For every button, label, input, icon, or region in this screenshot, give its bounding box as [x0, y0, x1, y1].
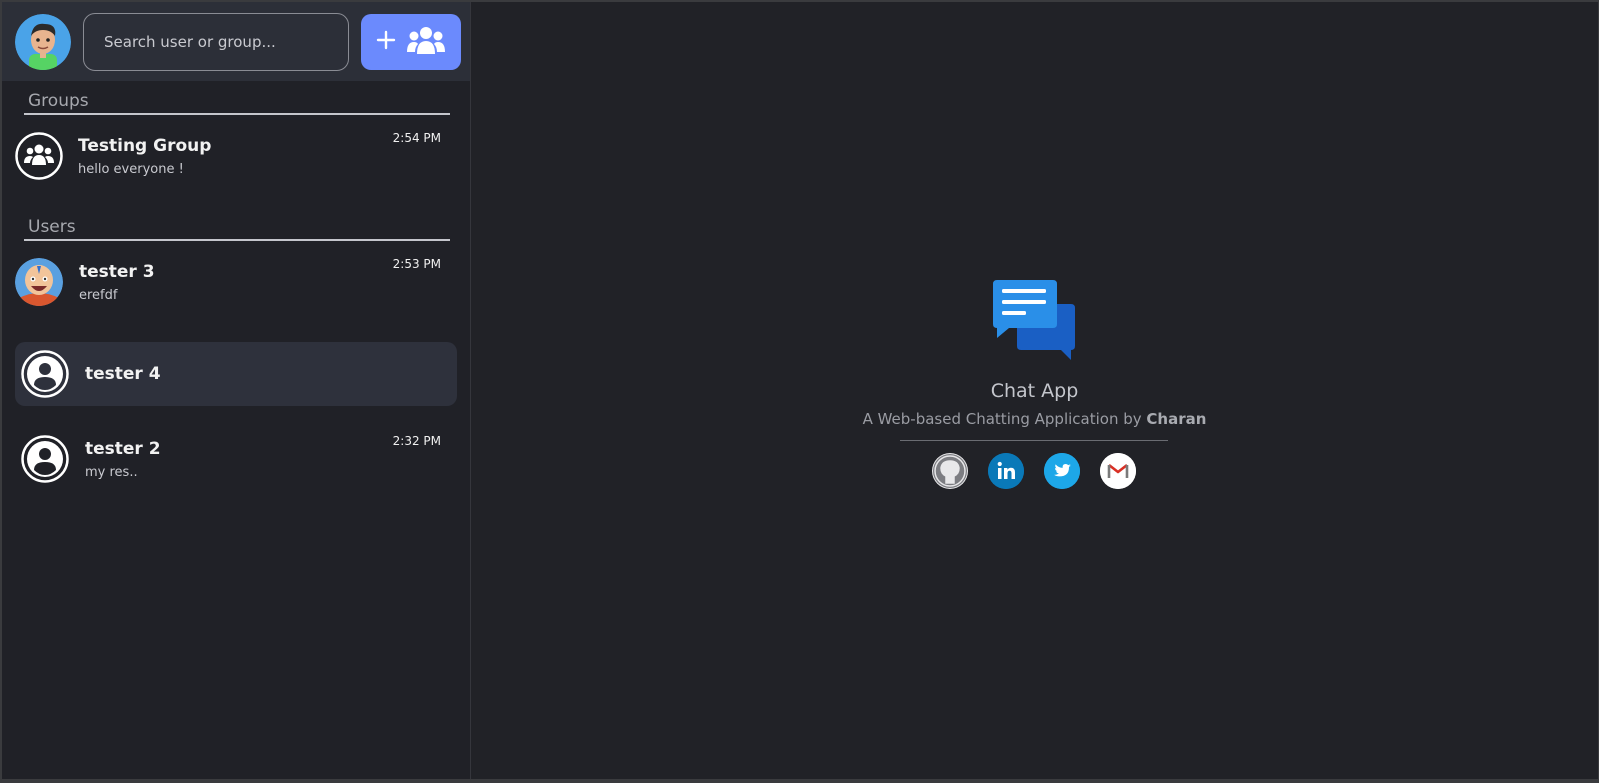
- search-box: [83, 12, 349, 71]
- user-item-tester-2[interactable]: tester 2 my res.. 2:32 PM: [15, 420, 457, 498]
- users-section-title: Users: [24, 213, 450, 241]
- groups-section-title: Groups: [24, 87, 450, 115]
- group-name: Testing Group: [78, 135, 212, 156]
- user-avatar: [15, 258, 63, 306]
- user-name: tester 2: [85, 438, 161, 459]
- user-item-meta: tester 3 erefdf: [79, 262, 155, 303]
- sidebar: Groups Testing Group hello everyone ! 2:…: [2, 2, 471, 779]
- user-time: 2:32 PM: [392, 434, 441, 448]
- group-item-meta: Testing Group hello everyone !: [78, 136, 211, 177]
- linkedin-icon[interactable]: [988, 453, 1025, 489]
- twitter-icon[interactable]: [1044, 453, 1081, 489]
- app-name: Chat App: [990, 380, 1079, 402]
- user-item-tester-4[interactable]: tester 4: [15, 342, 457, 406]
- create-group-button[interactable]: [361, 13, 461, 70]
- author-name: Charan: [1146, 410, 1207, 428]
- my-profile-avatar[interactable]: [15, 13, 71, 70]
- tagline: A Web-based Chatting Application by Char…: [863, 410, 1207, 428]
- user-last-message: my res..: [85, 464, 138, 480]
- user-last-message: erefdf: [79, 287, 118, 303]
- default-user-icon: [21, 435, 69, 483]
- user-item-meta: tester 2 my res..: [85, 439, 161, 480]
- social-links: [932, 453, 1137, 489]
- group-item-testing-group[interactable]: Testing Group hello everyone ! 2:54 PM: [15, 117, 457, 195]
- user-time: 2:53 PM: [392, 257, 441, 271]
- user-name: tester 4: [85, 364, 161, 384]
- divider: [900, 440, 1169, 441]
- default-user-icon: [21, 350, 69, 398]
- gmail-icon[interactable]: [1100, 453, 1137, 489]
- main-panel: Chat App A Web-based Chatting Applicatio…: [471, 2, 1598, 779]
- user-item-meta: tester 4: [85, 364, 161, 384]
- welcome-screen: Chat App A Web-based Chatting Applicatio…: [863, 280, 1207, 489]
- search-input[interactable]: [104, 32, 334, 51]
- group-avatar-icon: [15, 132, 63, 180]
- github-icon[interactable]: [932, 453, 969, 489]
- user-name: tester 3: [79, 261, 155, 282]
- group-icon: [406, 24, 446, 59]
- chat-bubbles-icon: [993, 280, 1076, 366]
- sidebar-header: [2, 2, 470, 81]
- user-item-tester-3[interactable]: tester 3 erefdf 2:53 PM: [15, 243, 457, 321]
- group-last-message: hello everyone !: [78, 161, 184, 177]
- group-time: 2:54 PM: [392, 131, 441, 145]
- tagline-text: A Web-based Chatting Application by: [862, 410, 1147, 428]
- plus-icon: [376, 30, 396, 53]
- chat-app-window: Groups Testing Group hello everyone ! 2:…: [2, 2, 1598, 779]
